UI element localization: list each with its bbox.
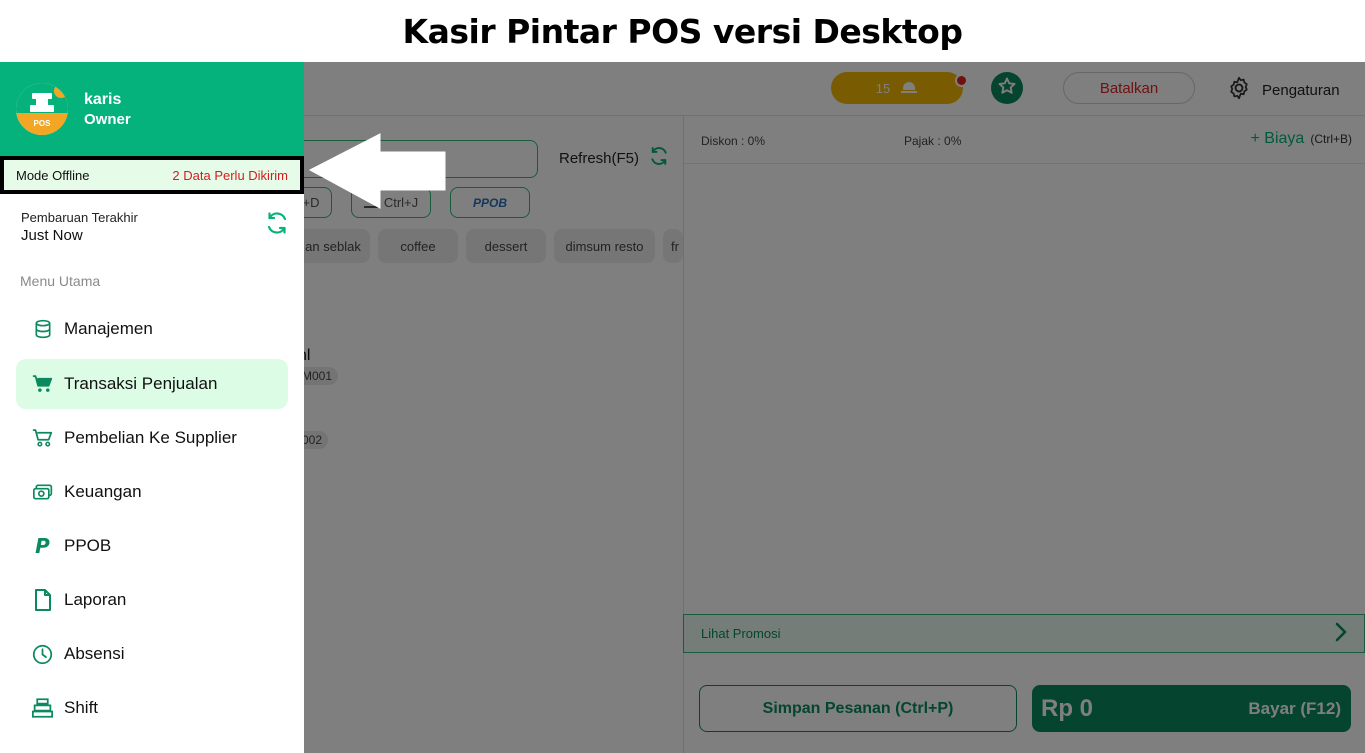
menu-item-label: Keuangan [64, 482, 142, 501]
arrow-left-icon [308, 132, 448, 217]
user-role: Owner [84, 111, 131, 128]
last-update-title: Pembaruan Terakhir [21, 210, 138, 225]
menu-item-label: Laporan [64, 590, 127, 609]
cart-outline-icon [32, 428, 53, 449]
menu-item-label: PPOB [64, 536, 112, 555]
menu-item-label: Pembelian Ke Supplier [64, 428, 237, 447]
side-drawer: POS karis Owner Mode Offline 2 Data Perl… [0, 62, 304, 753]
sync-icon[interactable] [265, 211, 289, 240]
menu-item-ppob[interactable]: P PPOB [16, 521, 288, 571]
clock-icon [32, 644, 53, 665]
ppob-icon: P [35, 534, 50, 558]
avatar-badge: POS [33, 119, 51, 128]
last-update-value: Just Now [21, 227, 83, 244]
menu-item-keuangan[interactable]: Keuangan [16, 467, 288, 517]
banner-title: Kasir Pintar POS versi Desktop [402, 11, 963, 51]
register-icon [32, 698, 53, 719]
menu-item-transaksi-penjualan[interactable]: Transaksi Penjualan [16, 359, 288, 409]
document-icon [32, 589, 53, 611]
menu-item-laporan[interactable]: Laporan [16, 575, 288, 625]
menu-item-manajemen[interactable]: Manajemen [16, 304, 288, 354]
main-menu-title: Menu Utama [20, 273, 101, 289]
user-name: karis [84, 91, 122, 108]
menu-item-absensi[interactable]: Absensi [16, 629, 288, 679]
avatar[interactable]: POS [16, 83, 68, 135]
menu-item-label: Shift [64, 698, 99, 717]
menu-item-label: Manajemen [64, 319, 153, 338]
menu-item-label: Transaksi Penjualan [64, 374, 218, 393]
menu-item-pembelian-ke-supplier[interactable]: Pembelian Ke Supplier [16, 413, 288, 463]
page-banner: Kasir Pintar POS versi Desktop [0, 0, 1365, 62]
menu-item-shift[interactable]: Shift [16, 683, 288, 733]
menu-item-label: Absensi [64, 644, 125, 663]
cash-icon [32, 482, 53, 503]
offline-mode-label: Mode Offline [16, 167, 90, 183]
database-icon [32, 319, 53, 340]
pending-data-count: 2 Data Perlu Dikirim [172, 167, 288, 183]
drawer-header: POS karis Owner [0, 62, 304, 156]
pos-app: 15 Batalkan Pengaturan Refresh(F5) +D [0, 62, 1365, 753]
cart-filled-icon [32, 374, 53, 395]
offline-mode-bar[interactable]: Mode Offline 2 Data Perlu Dikirim [0, 156, 304, 194]
